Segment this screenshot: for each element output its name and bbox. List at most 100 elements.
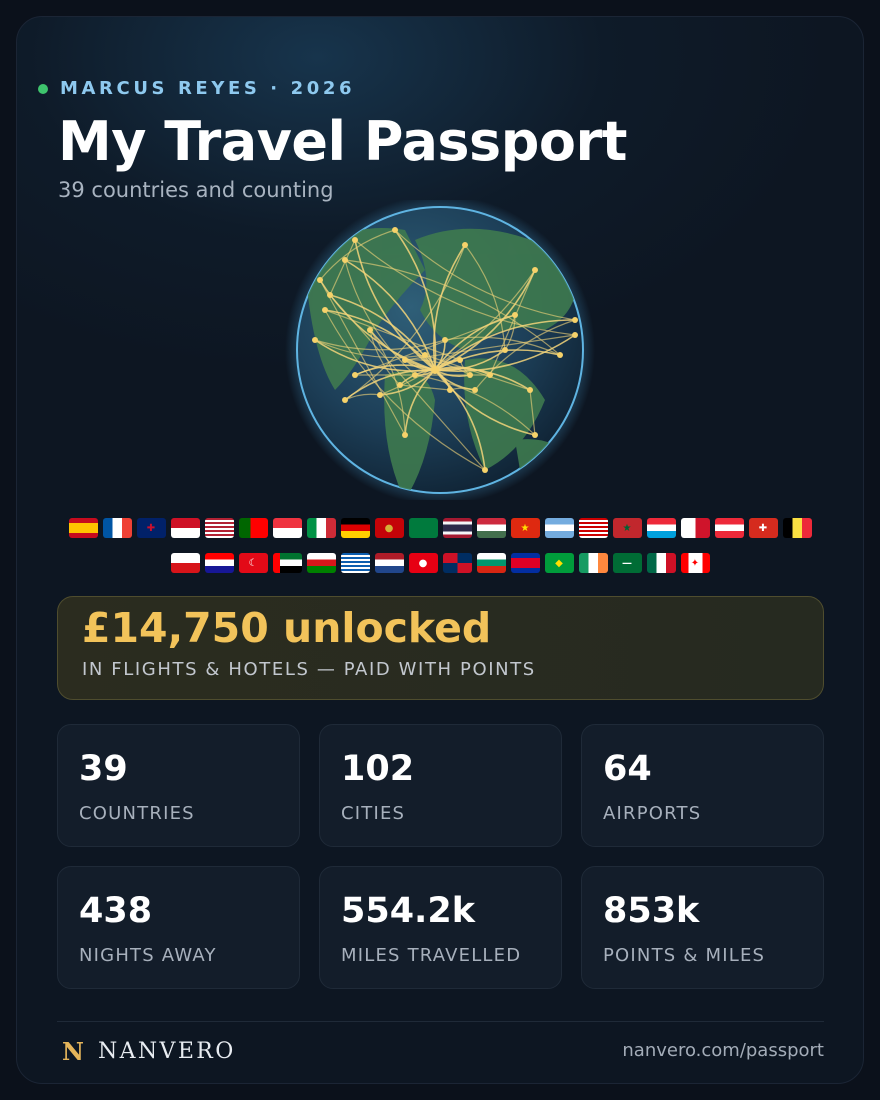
uae-flag [272,553,302,573]
stat-label: AIRPORTS [603,803,702,824]
airport-dot [512,312,518,318]
airport-dot [422,352,428,358]
canada-flag: ✦ [680,553,710,573]
portugal-flag [238,518,268,538]
stat-label: NIGHTS AWAY [79,945,217,966]
malta-flag [680,518,710,538]
airport-dot [402,432,408,438]
airport-dot [472,387,478,393]
malaysia-flag [578,518,608,538]
flags-row: ✚ ● ★ ★ ✚ [0,518,880,538]
stat-value: 39 [79,749,128,789]
airport-dot [367,327,373,333]
savings-caption: IN FLIGHTS & HOTELS — PAID WITH POINTS [82,659,536,680]
croatia-flag [204,553,234,573]
stat-value: 64 [603,749,652,789]
china-flag: ★ [510,518,540,538]
greece-flag [340,553,370,573]
indonesia-flag [170,518,200,538]
airport-dot [352,372,358,378]
footer-link[interactable]: nanvero.com/passport [622,1040,824,1061]
airport-dot [457,357,463,363]
stat-cities: 102 CITIES [319,724,562,847]
status-dot-icon [38,83,48,94]
argentina-flag [544,518,574,538]
airport-dot [377,392,383,398]
montenegro-flag: ● [374,518,404,538]
airport-dot [467,372,473,378]
thailand-flag [442,518,472,538]
italy-flag [306,518,336,538]
stat-label: COUNTRIES [79,803,195,824]
eyebrow-label: MARCUS REYES · 2026 [60,78,356,99]
airport-dot [482,467,488,473]
usa-flag [204,518,234,538]
eyebrow: MARCUS REYES · 2026 [38,78,355,99]
belgium-flag [782,518,812,538]
stat-airports: 64 AIRPORTS [581,724,824,847]
globe-route-map [285,200,595,500]
brazil-flag: ◆ [544,553,574,573]
stat-value: 438 [79,891,153,931]
savings-amount: £14,750 unlocked [82,604,492,652]
saudi-arabia-flag: — [612,553,642,573]
seychelles-flag [408,518,438,538]
airport-dot [532,267,538,273]
airport-dot [487,372,493,378]
stat-value: 853k [603,891,700,931]
airport-dot [352,237,358,243]
airport-dot [572,332,578,338]
morocco-flag: ★ [612,518,642,538]
airport-dot [557,352,563,358]
spain-flag [68,518,98,538]
airport-dot [317,277,323,283]
austria-flag [714,518,744,538]
hungary-flag [476,518,506,538]
stat-countries: 39 COUNTRIES [57,724,300,847]
stat-value: 554.2k [341,891,475,931]
brand-logo-icon: N [62,1037,84,1066]
airport-dot [392,227,398,233]
dominican-republic-flag [442,553,472,573]
luxembourg-flag [646,518,676,538]
germany-flag [340,518,370,538]
netherlands-flag [374,553,404,573]
france-flag [102,518,132,538]
page-subtitle: 39 countries and counting [58,178,334,202]
ireland-flag [578,553,608,573]
stat-miles-travelled: 554.2k MILES TRAVELLED [319,866,562,989]
page-title: My Travel Passport [58,110,627,173]
switzerland-flag: ✚ [748,518,778,538]
footer-divider [57,1021,824,1022]
stat-nights-away: 438 NIGHTS AWAY [57,866,300,989]
stat-value: 102 [341,749,415,789]
tunisia-flag: ● [408,553,438,573]
turkey-flag: ☾ [238,553,268,573]
bulgaria-flag [476,553,506,573]
airport-dot [527,387,533,393]
airport-dot [342,257,348,263]
airport-dot [322,307,328,313]
airport-dot [327,292,333,298]
brand: N NANVERO [62,1037,236,1066]
uk-flag: ✚ [136,518,166,538]
stat-label: MILES TRAVELLED [341,945,522,966]
cambodia-flag [510,553,540,573]
flags-row: ☾ ● ◆ — ✦ [0,553,880,573]
czechia-flag [170,553,200,573]
stat-label: CITIES [341,803,406,824]
airport-dot [312,337,318,343]
stat-label: POINTS & MILES [603,945,766,966]
airport-dot [342,397,348,403]
airport-dot [462,242,468,248]
airport-dot [431,366,439,374]
stat-points-miles: 853k POINTS & MILES [581,866,824,989]
airport-dot [402,357,408,363]
mexico-flag [646,553,676,573]
savings-banner: £14,750 unlocked IN FLIGHTS & HOTELS — P… [57,596,824,700]
airport-dot [502,347,508,353]
oman-flag [306,553,336,573]
airport-dot [532,432,538,438]
airport-dot [447,387,453,393]
airport-dot [572,317,578,323]
